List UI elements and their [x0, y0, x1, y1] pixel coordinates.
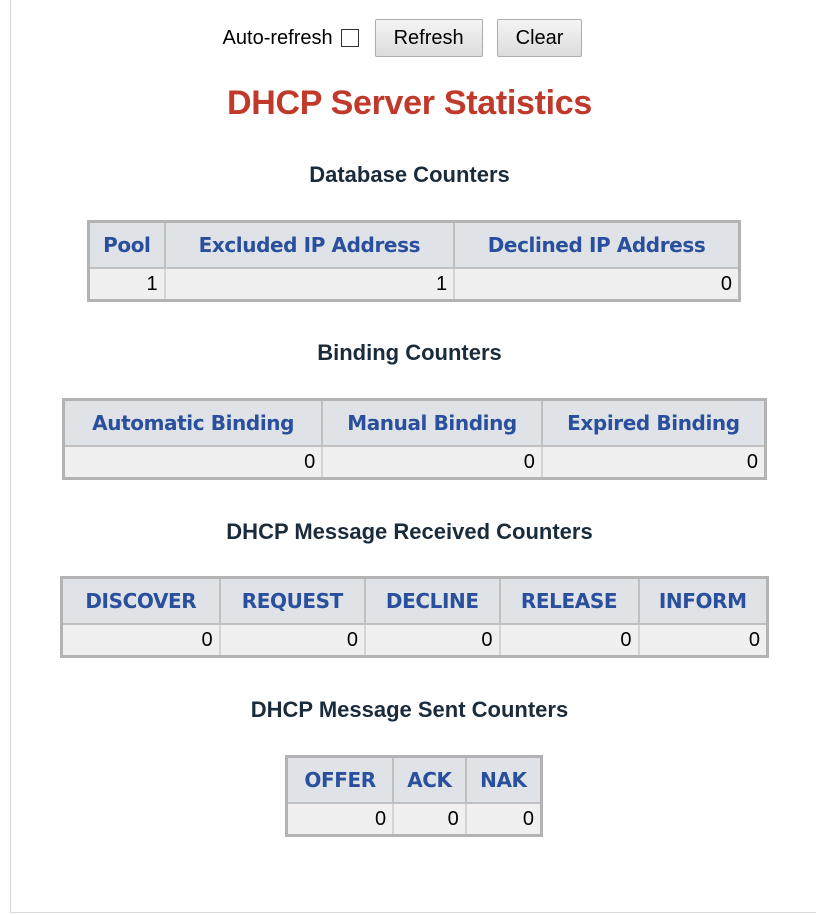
binding-counters-heading: Binding Counters: [317, 340, 502, 365]
table-cell: 1: [87, 267, 166, 302]
column-header: Pool: [87, 220, 166, 269]
table-cell: 0: [392, 802, 467, 837]
table-header-row: Automatic Binding Manual Binding Expired…: [62, 398, 767, 447]
received-counters-heading: DHCP Message Received Counters: [226, 519, 593, 544]
column-header: Expired Binding: [540, 398, 767, 447]
column-header: Declined IP Address: [453, 220, 741, 269]
auto-refresh-label: Auto-refresh: [222, 26, 333, 49]
table-cell: 0: [285, 802, 395, 837]
column-header: DECLINE: [363, 576, 501, 625]
page-title: DHCP Server Statistics: [226, 84, 593, 122]
column-header: Automatic Binding: [62, 398, 324, 447]
table-cell: 0: [321, 445, 543, 480]
column-header: Manual Binding: [321, 398, 543, 447]
toolbar: Auto-refresh Refresh Clear: [0, 19, 819, 57]
table-header-row: OFFER ACK NAK: [285, 755, 543, 804]
table-header-row: DISCOVER REQUEST DECLINE RELEASE INFORM: [60, 576, 769, 625]
table-header-row: Pool Excluded IP Address Declined IP Add…: [87, 220, 741, 269]
column-header: DISCOVER: [60, 576, 221, 625]
table-cell: 0: [498, 623, 640, 658]
refresh-button[interactable]: Refresh: [374, 19, 483, 57]
table-row: 0 0 0 0 0: [60, 623, 769, 658]
table-cell: 0: [637, 623, 769, 658]
table-cell: 0: [218, 623, 366, 658]
column-header: REQUEST: [218, 576, 366, 625]
table-row: 0 0 0: [62, 445, 767, 480]
table-cell: 0: [453, 267, 741, 302]
table-cell: 0: [540, 445, 767, 480]
column-header: Excluded IP Address: [163, 220, 456, 269]
column-header: ACK: [392, 755, 467, 804]
table-cell: 0: [62, 445, 324, 480]
sent-counters-table: OFFER ACK NAK 0 0 0: [285, 755, 543, 837]
database-counters-heading: Database Counters: [309, 162, 510, 187]
received-counters-table: DISCOVER REQUEST DECLINE RELEASE INFORM …: [60, 576, 769, 658]
table-cell: 0: [60, 623, 221, 658]
sent-counters-heading: DHCP Message Sent Counters: [250, 697, 569, 722]
table-cell: 0: [464, 802, 543, 837]
table-cell: 0: [363, 623, 501, 658]
column-header: OFFER: [285, 755, 395, 804]
table-cell: 1: [163, 267, 456, 302]
column-header: RELEASE: [498, 576, 640, 625]
table-row: 0 0 0: [285, 802, 543, 837]
column-header: NAK: [464, 755, 543, 804]
database-counters-table: Pool Excluded IP Address Declined IP Add…: [87, 220, 741, 302]
clear-button[interactable]: Clear: [496, 19, 583, 57]
column-header: INFORM: [637, 576, 769, 625]
table-row: 1 1 0: [87, 267, 741, 302]
binding-counters-table: Automatic Binding Manual Binding Expired…: [62, 398, 767, 480]
auto-refresh-checkbox[interactable]: [340, 29, 359, 47]
